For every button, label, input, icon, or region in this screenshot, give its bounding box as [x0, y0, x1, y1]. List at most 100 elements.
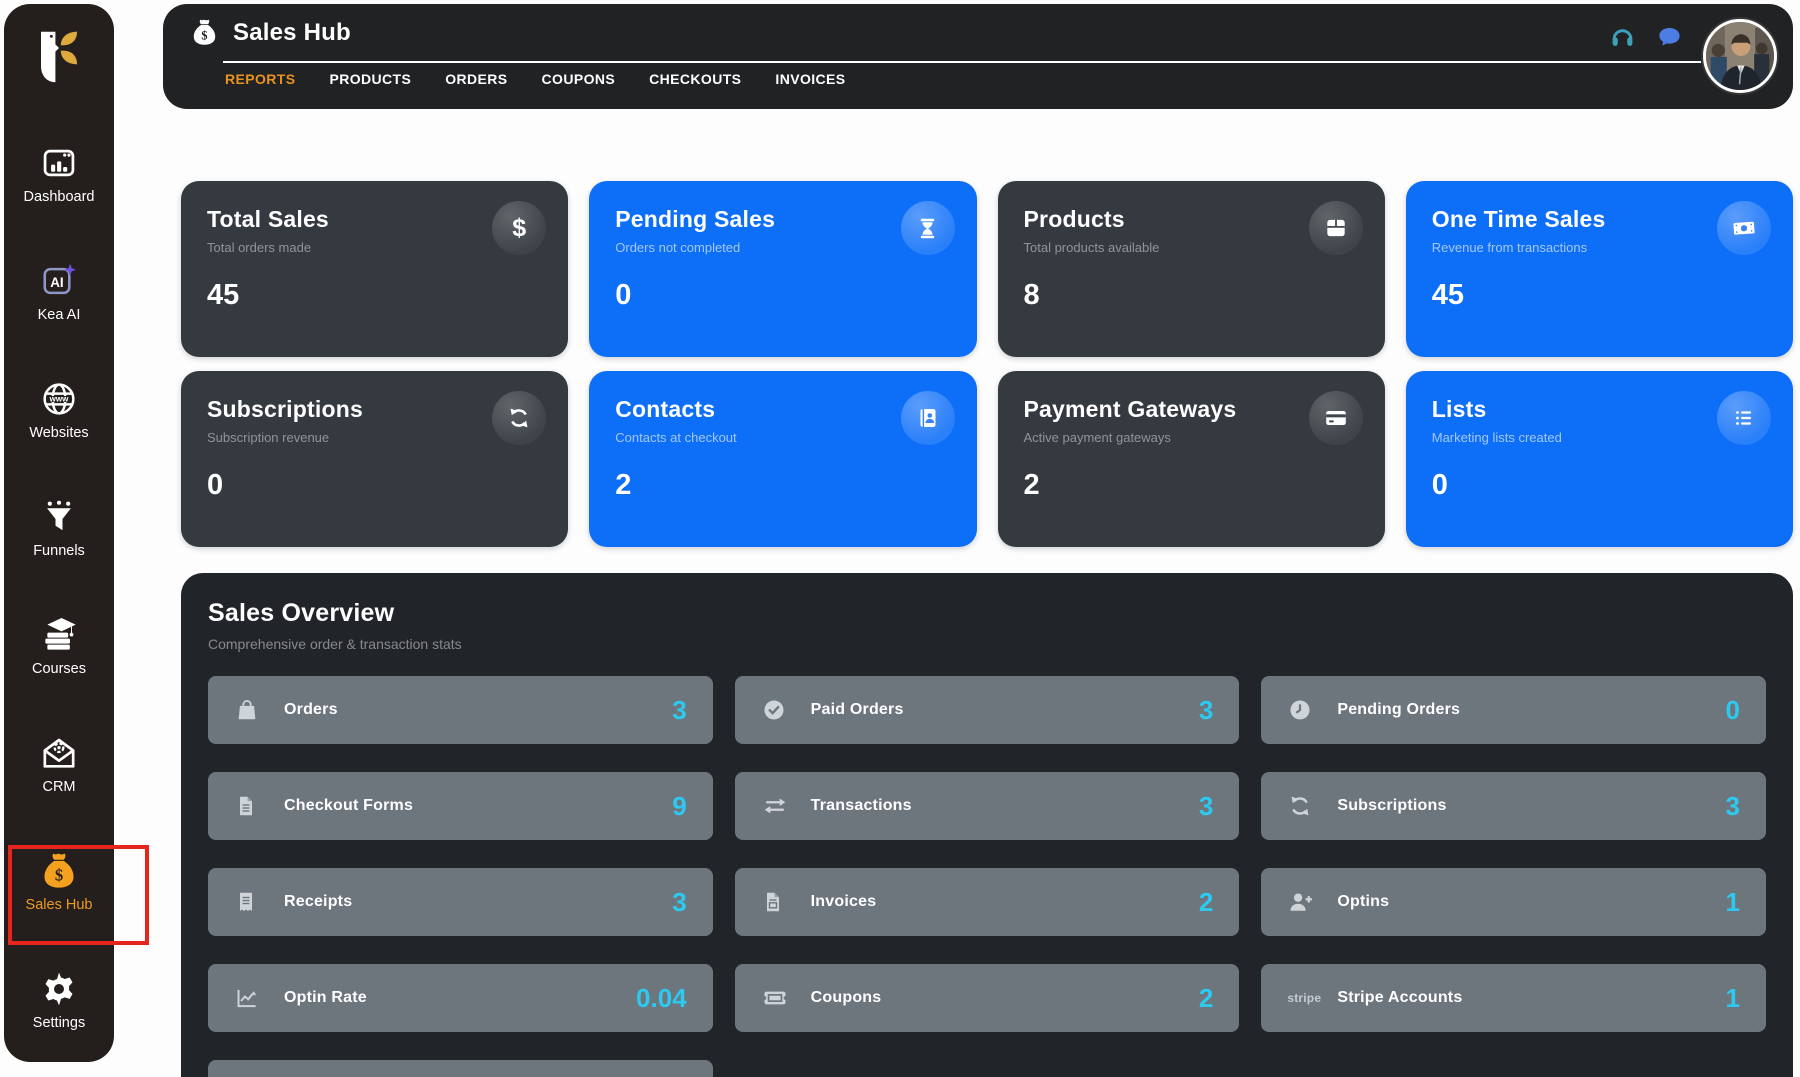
- stat-card-lists: Lists Marketing lists created 0: [1406, 371, 1793, 547]
- kea-bird-logo-icon: [32, 28, 86, 86]
- row-label: Paid Orders: [811, 701, 904, 719]
- sidebar: Dashboard AI Kea AI: [4, 4, 114, 1062]
- stat-card-subscriptions: Subscriptions Subscription revenue 0: [181, 371, 568, 547]
- ticket-icon: [761, 984, 795, 1012]
- stat-card-products: Products Total products available 8: [998, 181, 1385, 357]
- sidebar-item-label: Courses: [32, 661, 86, 677]
- stat-row-invoices: Invoices 2: [735, 868, 1240, 936]
- row-value: 3: [672, 695, 686, 726]
- tab-products[interactable]: PRODUCTS: [329, 71, 411, 87]
- row-value: 9: [672, 791, 686, 822]
- headphones-icon[interactable]: [1609, 24, 1636, 56]
- stat-row-orders: Orders 3: [208, 676, 713, 744]
- tab-checkouts[interactable]: CHECKOUTS: [649, 71, 741, 87]
- stat-card-payment-gateways: Payment Gateways Active payment gateways…: [998, 371, 1385, 547]
- sidebar-item-label: CRM: [42, 779, 75, 795]
- funnel-icon: [40, 496, 78, 538]
- section-subtitle: Comprehensive order & transaction stats: [181, 628, 1793, 652]
- section-title: Sales Overview: [181, 573, 1793, 628]
- sidebar-nav: Dashboard AI Kea AI: [4, 142, 114, 1077]
- sidebar-item-settings[interactable]: Settings: [4, 968, 114, 1077]
- card-subtitle: Total products available: [1024, 240, 1359, 255]
- document-icon: [234, 794, 268, 818]
- row-label: Optin Rate: [284, 989, 367, 1007]
- row-value: 1: [1726, 983, 1740, 1014]
- card-value: 0: [615, 279, 950, 312]
- stat-row-optins: Optins 1: [1261, 868, 1766, 936]
- card-subtitle: Revenue from transactions: [1432, 240, 1767, 255]
- row-label: Subscriptions: [1337, 797, 1446, 815]
- stat-row-receipts: Receipts 3: [208, 868, 713, 936]
- card-value: 8: [1024, 279, 1359, 312]
- stat-row-checkout-forms: Checkout Forms 9: [208, 772, 713, 840]
- row-value: 3: [1726, 791, 1740, 822]
- user-avatar[interactable]: [1703, 19, 1777, 93]
- sidebar-item-label: Funnels: [33, 543, 85, 559]
- sidebar-item-courses[interactable]: Courses: [4, 614, 114, 732]
- row-value: 3: [672, 887, 686, 918]
- kea-ai-icon: AI: [40, 260, 78, 302]
- stat-cards-grid: Total Sales Total orders made 45 $ Pendi…: [181, 181, 1793, 547]
- stat-row-subscriptions: Subscriptions 3: [1261, 772, 1766, 840]
- stat-row-optin-rate: Optin Rate 0.04: [208, 964, 713, 1032]
- tab-orders[interactable]: ORDERS: [445, 71, 507, 87]
- row-label: Receipts: [284, 893, 352, 911]
- banknote-icon: [1717, 201, 1771, 255]
- page-title: Sales Hub: [233, 19, 351, 47]
- stat-card-contacts: Contacts Contacts at checkout 2: [589, 371, 976, 547]
- row-label: Pending Orders: [1337, 701, 1460, 719]
- row-value: 0: [1726, 695, 1740, 726]
- app-window: Dashboard AI Kea AI: [0, 0, 1800, 1077]
- sidebar-item-crm[interactable]: CRM: [4, 732, 114, 850]
- row-value: 0.04: [636, 983, 687, 1014]
- overview-rows-grid: Orders 3 Paid Orders 3: [181, 676, 1793, 1077]
- refresh-icon: [1287, 793, 1321, 819]
- card-subtitle: Active payment gateways: [1024, 430, 1359, 445]
- tab-reports[interactable]: REPORTS: [225, 71, 295, 87]
- money-bag-icon: $: [189, 17, 220, 48]
- chart-line-icon: [234, 985, 268, 1011]
- check-circle-icon: [761, 697, 795, 723]
- money-bag-icon: $: [38, 850, 80, 892]
- chat-bubble-icon[interactable]: [1656, 24, 1683, 56]
- stat-row-coupons: Coupons 2: [735, 964, 1240, 1032]
- row-label: Orders: [284, 701, 338, 719]
- tab-invoices[interactable]: INVOICES: [775, 71, 845, 87]
- sidebar-item-label: Websites: [29, 425, 88, 441]
- sidebar-item-sales-hub[interactable]: $ Sales Hub: [4, 850, 114, 968]
- card-value: 0: [1432, 469, 1767, 502]
- stat-row-transactions: Transactions 3: [735, 772, 1240, 840]
- card-subtitle: Orders not completed: [615, 240, 950, 255]
- sidebar-item-websites[interactable]: www Websites: [4, 378, 114, 496]
- file-invoice-icon: [761, 890, 795, 914]
- graduation-books-icon: [39, 614, 79, 656]
- svg-text:www: www: [49, 395, 69, 404]
- gear-icon: [39, 968, 79, 1010]
- sidebar-item-label: Kea AI: [38, 307, 81, 323]
- card-subtitle: Contacts at checkout: [615, 430, 950, 445]
- sidebar-item-dashboard[interactable]: Dashboard: [4, 142, 114, 260]
- stat-row-partial: [208, 1060, 713, 1077]
- card-value: 2: [615, 469, 950, 502]
- row-label: Checkout Forms: [284, 797, 413, 815]
- row-label: Optins: [1337, 893, 1389, 911]
- stripe-icon: stripe: [1287, 991, 1321, 1005]
- header: $ Sales Hub REPORTS PRODUCTS ORDERS COUP…: [163, 4, 1793, 109]
- row-label: Stripe Accounts: [1337, 989, 1462, 1007]
- box-icon: [1309, 201, 1363, 255]
- header-tabs: REPORTS PRODUCTS ORDERS COUPONS CHECKOUT…: [225, 71, 846, 87]
- stat-card-pending-sales: Pending Sales Orders not completed 0: [589, 181, 976, 357]
- credit-card-icon: [1309, 391, 1363, 445]
- kea-logo[interactable]: [32, 28, 86, 86]
- stat-row-paid-orders: Paid Orders 3: [735, 676, 1240, 744]
- sidebar-item-funnels[interactable]: Funnels: [4, 496, 114, 614]
- header-divider: [223, 61, 1701, 63]
- stat-row-stripe-accounts: stripe Stripe Accounts 1: [1261, 964, 1766, 1032]
- dashboard-icon: [40, 142, 78, 184]
- refresh-icon: [492, 391, 546, 445]
- row-value: 3: [1199, 791, 1213, 822]
- tab-coupons[interactable]: COUPONS: [542, 71, 616, 87]
- address-book-icon: [901, 391, 955, 445]
- card-value: 45: [207, 279, 542, 312]
- sidebar-item-kea-ai[interactable]: AI Kea AI: [4, 260, 114, 378]
